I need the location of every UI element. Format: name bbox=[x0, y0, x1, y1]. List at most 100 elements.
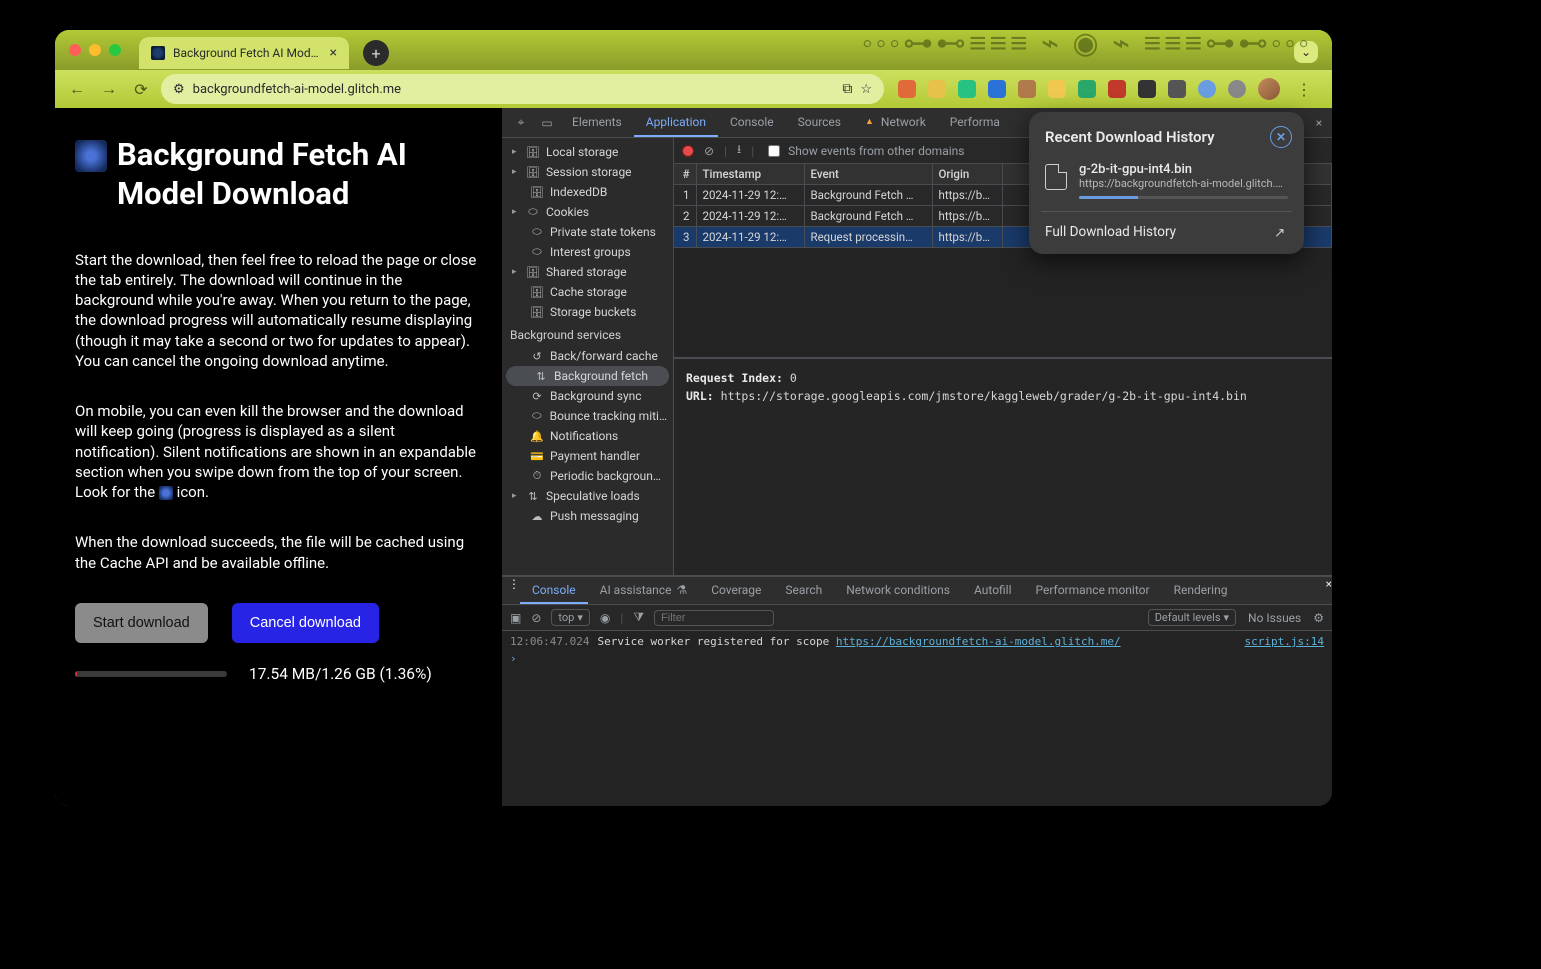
tab-close-icon[interactable]: × bbox=[330, 45, 337, 61]
save-button[interactable]: ⭳ bbox=[737, 140, 741, 161]
extensions-puzzle-icon[interactable] bbox=[1228, 80, 1246, 98]
omnibox[interactable]: ⚙︎ backgroundfetch-ai-model.glitch.me ⧉ … bbox=[161, 74, 884, 104]
table-header-timestamp[interactable]: Timestamp bbox=[696, 164, 804, 185]
tab-network[interactable]: Network bbox=[853, 108, 938, 137]
maximize-window-button[interactable] bbox=[109, 44, 121, 56]
sidebar-item-back-forward-cache[interactable]: ↺Back/forward cache bbox=[502, 346, 673, 366]
downloads-icon[interactable] bbox=[1198, 80, 1216, 98]
notification-inline-icon bbox=[159, 486, 173, 500]
sidebar-item-notifications[interactable]: 🔔Notifications bbox=[502, 426, 673, 446]
sidebar-item-speculative-loads[interactable]: ▸⇅Speculative loads bbox=[502, 486, 673, 506]
reload-button[interactable]: ⟳ bbox=[129, 77, 153, 101]
sidebar-item-bounce-tracking[interactable]: ⬭Bounce tracking miti… bbox=[502, 406, 673, 426]
console-clear-icon[interactable]: ⊘ bbox=[531, 611, 541, 625]
paragraph-text: On mobile, you can even kill the browser… bbox=[75, 402, 476, 501]
download-item[interactable]: g-2b-it-gpu-int4.bin https://backgroundf… bbox=[1029, 156, 1304, 209]
extension-icon[interactable] bbox=[1138, 80, 1156, 98]
sidebar-item-background-fetch[interactable]: ⇅Background fetch bbox=[506, 366, 669, 386]
console-prompt[interactable]: › bbox=[510, 648, 1324, 665]
forward-button[interactable]: → bbox=[97, 77, 121, 101]
theme-decoration: ◦◦◦⊶⊷≡≡≡ ⌁ ◉ ⌁ ≡≡≡⊶⊷◦◦◦ bbox=[792, 30, 1312, 70]
install-app-icon[interactable]: ⧉ bbox=[842, 81, 852, 97]
drawer-tab-autofill[interactable]: Autofill bbox=[962, 577, 1024, 604]
log-link[interactable]: https://backgroundfetch-ai-model.glitch.… bbox=[836, 635, 1121, 648]
extension-icon[interactable] bbox=[1108, 80, 1126, 98]
cancel-download-button[interactable]: Cancel download bbox=[232, 603, 379, 643]
drawer-tab-search[interactable]: Search bbox=[773, 577, 834, 604]
extension-icon[interactable] bbox=[1168, 80, 1186, 98]
back-button[interactable]: ← bbox=[65, 77, 89, 101]
new-tab-button[interactable]: + bbox=[363, 40, 389, 66]
event-detail-panel: Request Index: 0 URL: https://storage.go… bbox=[674, 359, 1332, 575]
table-header-origin[interactable]: Origin bbox=[932, 164, 1002, 185]
clear-button[interactable]: ⊘ bbox=[704, 144, 714, 158]
full-download-history-link[interactable]: Full Download History ↗ bbox=[1029, 214, 1304, 250]
popup-close-button[interactable]: ✕ bbox=[1270, 126, 1292, 148]
sidebar-item-indexeddb[interactable]: 🗄IndexedDB bbox=[502, 182, 673, 202]
extension-icon[interactable] bbox=[958, 80, 976, 98]
devtools-close-icon[interactable]: × bbox=[1306, 108, 1332, 137]
console-output[interactable]: 12:06:47.024 Service worker registered f… bbox=[502, 631, 1332, 806]
drawer-close-icon[interactable]: × bbox=[1326, 577, 1332, 604]
table-header-event[interactable]: Event bbox=[804, 164, 932, 185]
download-progress-bar bbox=[1079, 196, 1288, 199]
drawer-more-icon[interactable]: ⋮ bbox=[508, 577, 520, 604]
page-paragraph: On mobile, you can even kill the browser… bbox=[75, 401, 481, 502]
console-sidebar-toggle-icon[interactable]: ▣ bbox=[510, 611, 521, 625]
show-other-domains-checkbox[interactable]: Show events from other domains bbox=[764, 142, 964, 160]
sidebar-item-local-storage[interactable]: ▸🗄Local storage bbox=[502, 142, 673, 162]
extension-icon[interactable] bbox=[1018, 80, 1036, 98]
drawer-tab-coverage[interactable]: Coverage bbox=[699, 577, 773, 604]
inspect-element-icon[interactable]: ⌖ bbox=[508, 108, 534, 137]
table-header-index[interactable]: # bbox=[674, 164, 696, 185]
sidebar-item-periodic-background[interactable]: ⏱Periodic backgroun… bbox=[502, 466, 673, 486]
sidebar-item-interest-groups[interactable]: ⬭Interest groups bbox=[502, 242, 673, 262]
tab-elements[interactable]: Elements bbox=[560, 108, 634, 137]
tab-application[interactable]: Application bbox=[634, 108, 718, 137]
sidebar-item-cache-storage[interactable]: 🗄Cache storage bbox=[502, 282, 673, 302]
drawer-tab-ai[interactable]: AI assistance ⚗ bbox=[588, 577, 700, 604]
page-content: Background Fetch AI Model Download Start… bbox=[55, 108, 501, 806]
sidebar-item-session-storage[interactable]: ▸🗄Session storage bbox=[502, 162, 673, 182]
browser-tab[interactable]: Background Fetch AI Model D × bbox=[139, 37, 349, 69]
drawer-tab-performance-monitor[interactable]: Performance monitor bbox=[1024, 577, 1162, 604]
extension-icon[interactable] bbox=[898, 80, 916, 98]
sidebar-item-cookies[interactable]: ▸⬭Cookies bbox=[502, 202, 673, 222]
detail-value: https://storage.googleapis.com/jmstore/k… bbox=[721, 389, 1247, 403]
execution-context-selector[interactable]: top ▾ bbox=[551, 609, 589, 626]
browser-menu-icon[interactable]: ⋮ bbox=[1292, 77, 1316, 101]
extension-icon[interactable] bbox=[988, 80, 1006, 98]
console-filter-input[interactable] bbox=[654, 610, 774, 626]
sidebar-item-payment-handler[interactable]: 💳Payment handler bbox=[502, 446, 673, 466]
extension-icon[interactable] bbox=[1078, 80, 1096, 98]
extension-icon[interactable] bbox=[928, 80, 946, 98]
live-expression-icon[interactable]: ◉ bbox=[600, 611, 610, 625]
device-toolbar-icon[interactable]: ▭ bbox=[534, 108, 560, 137]
progress-row: 17.54 MB/1.26 GB (1.36%) bbox=[75, 665, 481, 683]
bookmark-icon[interactable]: ☆ bbox=[860, 82, 872, 97]
drawer-tab-network-conditions[interactable]: Network conditions bbox=[834, 577, 962, 604]
minimize-window-button[interactable] bbox=[89, 44, 101, 56]
cell-timestamp: 2024-11-29 12:… bbox=[696, 227, 804, 248]
start-download-button[interactable]: Start download bbox=[75, 603, 208, 643]
profile-avatar[interactable] bbox=[1258, 78, 1280, 100]
sidebar-item-storage-buckets[interactable]: 🗄Storage buckets bbox=[502, 302, 673, 322]
issues-badge[interactable]: No Issues bbox=[1248, 611, 1301, 625]
drawer-tab-rendering[interactable]: Rendering bbox=[1162, 577, 1240, 604]
drawer-tab-console[interactable]: Console bbox=[520, 577, 588, 604]
sidebar-item-push-messaging[interactable]: ☁Push messaging bbox=[502, 506, 673, 526]
record-button[interactable] bbox=[682, 145, 694, 157]
tab-console[interactable]: Console bbox=[718, 108, 786, 137]
tab-performance[interactable]: Performa bbox=[938, 108, 1012, 137]
sidebar-item-shared-storage[interactable]: ▸🗄Shared storage bbox=[502, 262, 673, 282]
site-settings-icon[interactable]: ⚙︎ bbox=[173, 82, 185, 97]
extension-icon[interactable] bbox=[1048, 80, 1066, 98]
log-source-link[interactable]: script.js:14 bbox=[1245, 635, 1324, 648]
tab-sources[interactable]: Sources bbox=[786, 108, 853, 137]
sidebar-item-background-sync[interactable]: ⟳Background sync bbox=[502, 386, 673, 406]
detail-label: URL: bbox=[686, 389, 714, 403]
log-levels-selector[interactable]: Default levels ▾ bbox=[1148, 609, 1236, 626]
sidebar-item-private-state-tokens[interactable]: ⬭Private state tokens bbox=[502, 222, 673, 242]
close-window-button[interactable] bbox=[69, 44, 81, 56]
console-settings-icon[interactable]: ⚙ bbox=[1313, 611, 1324, 625]
